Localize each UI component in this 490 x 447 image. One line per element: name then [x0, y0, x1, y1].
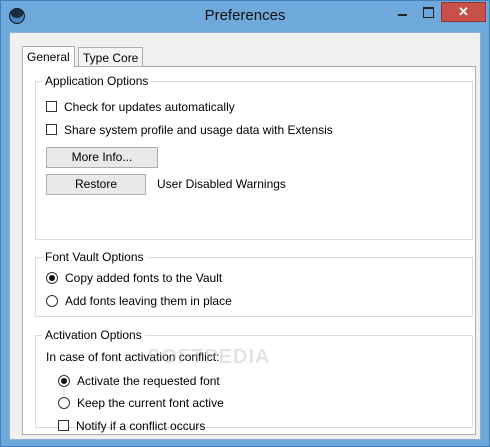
keep-current-row[interactable]: Keep the current font active [58, 395, 224, 411]
keep-current-label: Keep the current font active [77, 396, 224, 410]
notify-conflict-label: Notify if a conflict occurs [76, 419, 206, 433]
activate-requested-radio[interactable] [58, 374, 70, 387]
maximize-button[interactable] [415, 2, 441, 22]
activation-options-title: Activation Options [42, 328, 145, 342]
activation-options-group: Activation Options In case of font activ… [35, 328, 473, 433]
more-info-button[interactable]: More Info... [46, 147, 158, 168]
copy-to-vault-label: Copy added fonts to the Vault [65, 271, 223, 285]
general-tab-panel: Application Options Check for updates au… [22, 66, 476, 435]
minimize-button[interactable] [389, 2, 415, 22]
maximize-icon [423, 7, 434, 18]
application-options-title: Application Options [42, 74, 152, 88]
notify-conflict-checkbox[interactable] [58, 420, 69, 432]
close-button[interactable]: ✕ [441, 2, 486, 22]
check-updates-row[interactable]: Check for updates automatically [46, 99, 235, 115]
share-profile-label: Share system profile and usage data with… [64, 123, 333, 137]
tab-type-core[interactable]: Type Core [78, 47, 144, 67]
minimize-icon [398, 14, 407, 16]
preferences-window: Preferences ✕ General Type Core Applicat… [0, 0, 490, 447]
font-vault-options-group: Font Vault Options Copy added fonts to t… [35, 250, 473, 317]
activate-requested-label: Activate the requested font [77, 374, 220, 388]
close-icon: ✕ [458, 4, 469, 19]
tab-general[interactable]: General [22, 46, 75, 67]
application-options-group: Application Options Check for updates au… [35, 74, 473, 240]
share-profile-row[interactable]: Share system profile and usage data with… [46, 122, 333, 138]
check-updates-label: Check for updates automatically [64, 100, 235, 114]
dialog-client-area: General Type Core Application Options Ch… [9, 32, 481, 440]
conflict-label: In case of font activation conflict: [46, 350, 220, 364]
copy-to-vault-radio[interactable] [46, 271, 58, 284]
notify-conflict-row[interactable]: Notify if a conflict occurs [58, 418, 205, 434]
activate-requested-row[interactable]: Activate the requested font [58, 373, 220, 389]
share-profile-checkbox[interactable] [46, 124, 57, 136]
font-vault-options-title: Font Vault Options [42, 250, 147, 264]
leave-in-place-radio[interactable] [46, 294, 58, 307]
keep-current-radio[interactable] [58, 396, 70, 409]
copy-to-vault-row[interactable]: Copy added fonts to the Vault [46, 270, 222, 286]
check-updates-checkbox[interactable] [46, 101, 57, 113]
restore-button[interactable]: Restore [46, 174, 146, 195]
leave-in-place-label: Add fonts leaving them in place [65, 294, 232, 308]
leave-in-place-row[interactable]: Add fonts leaving them in place [46, 293, 232, 309]
restore-description: User Disabled Warnings [157, 177, 286, 191]
title-bar[interactable]: Preferences ✕ [1, 1, 489, 32]
